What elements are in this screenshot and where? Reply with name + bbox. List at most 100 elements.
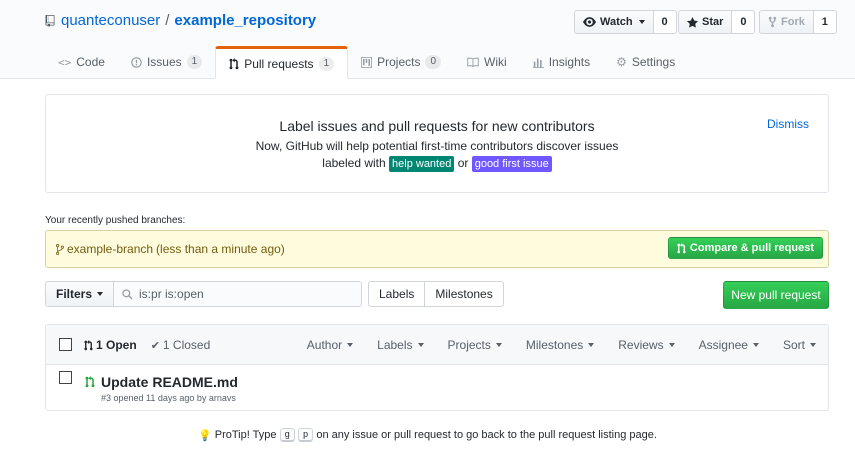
new-pull-request-button[interactable]: New pull request	[723, 281, 829, 309]
fork-label: Fork	[781, 16, 805, 28]
pull-request-icon	[84, 339, 93, 350]
watch-button[interactable]: Watch	[575, 11, 654, 33]
milestones-button[interactable]: Milestones	[424, 282, 502, 306]
repo-separator: /	[165, 12, 170, 29]
onboarding-or: or	[457, 156, 469, 170]
star-label: Star	[702, 16, 724, 28]
milestones-filter[interactable]: Milestones	[525, 338, 595, 352]
graph-icon	[532, 58, 544, 68]
repo-owner-link[interactable]: quanteconuser	[61, 12, 160, 29]
state-filters: 1 Open ✔ 1 Closed	[84, 338, 210, 352]
labels-button[interactable]: Labels	[369, 282, 424, 306]
watch-count[interactable]: 0	[653, 11, 676, 33]
tab-label: Projects	[377, 55, 421, 69]
filters-button[interactable]: Filters	[46, 282, 115, 306]
key-p: p	[297, 428, 314, 442]
code-icon: <>	[58, 55, 72, 69]
milestones-label: Milestones	[525, 338, 584, 352]
watch-group: Watch 0	[574, 10, 677, 34]
labels-label: Labels	[377, 338, 413, 352]
dismiss-link[interactable]: Dismiss	[767, 117, 809, 131]
star-count[interactable]: 0	[732, 11, 755, 33]
tab-pull-requests[interactable]: Pull requests 1	[215, 46, 349, 79]
row-checkbox[interactable]	[59, 371, 72, 384]
onboarding-text: Now, GitHub will help potential first-ti…	[255, 139, 619, 153]
reviews-label: Reviews	[618, 338, 664, 352]
search-icon	[122, 288, 133, 300]
tab-label: Pull requests	[244, 56, 314, 71]
tab-label: Wiki	[484, 55, 507, 69]
pull-request-list: 1 Open ✔ 1 Closed Author Labels Projects…	[45, 324, 829, 411]
fork-group: Fork 1	[759, 10, 837, 34]
repo-icon	[45, 14, 55, 27]
sort-filters: Author Labels Projects Milestones Review…	[307, 338, 816, 352]
tab-wiki[interactable]: Wiki	[454, 46, 520, 78]
chevron-down-icon	[668, 343, 675, 347]
gear-icon: ⚙	[616, 55, 627, 69]
fork-count[interactable]: 1	[813, 11, 836, 33]
search-input[interactable]: is:pr is:open	[114, 282, 361, 306]
pull-request-icon	[677, 242, 686, 253]
chevron-down-icon	[347, 343, 354, 347]
star-button[interactable]: Star	[679, 11, 733, 33]
author-filter[interactable]: Author	[307, 338, 354, 352]
tab-issues[interactable]: Issues 1	[118, 46, 215, 78]
projects-filter[interactable]: Projects	[448, 338, 502, 352]
eye-icon	[583, 17, 596, 27]
branch-info: example-branch (less than a minute ago)	[56, 242, 285, 256]
label-help-wanted[interactable]: help wanted	[389, 156, 455, 172]
tab-projects[interactable]: Projects 0	[348, 46, 454, 78]
pull-request-title-link[interactable]: Update README.md	[101, 374, 238, 390]
check-icon: ✔	[150, 339, 160, 352]
labels-filter[interactable]: Labels	[377, 338, 424, 352]
watch-label: Watch	[600, 16, 633, 28]
book-icon	[467, 57, 479, 67]
compare-pull-request-button[interactable]: Compare & pull request	[667, 237, 823, 259]
labels-milestones-nav: Labels Milestones	[368, 281, 504, 307]
protip-suffix: on any issue or pull request to go back …	[316, 429, 657, 441]
lightbulb-icon: 💡	[198, 429, 212, 442]
chevron-down-icon	[417, 343, 424, 347]
key-g: g	[279, 428, 295, 442]
recent-branch-banner: example-branch (less than a minute ago) …	[45, 230, 829, 268]
closed-filter[interactable]: ✔ 1 Closed	[151, 338, 211, 352]
star-group: Star 0	[678, 10, 756, 34]
chevron-down-icon	[97, 292, 104, 296]
fork-icon	[768, 16, 777, 28]
tab-label: Settings	[631, 55, 676, 69]
list-item: Update README.md #3 opened 11 days ago b…	[46, 365, 828, 410]
sort-filter[interactable]: Sort	[783, 338, 816, 352]
open-filter[interactable]: 1 Open	[84, 338, 137, 352]
filter-bar: Filters is:pr is:open	[45, 281, 362, 307]
repo-title: quanteconuser / example_repository	[45, 12, 316, 29]
label-good-first-issue[interactable]: good first issue	[471, 156, 552, 172]
tab-settings[interactable]: ⚙ Settings	[603, 46, 688, 78]
repo-header: quanteconuser / example_repository Watch…	[0, 0, 855, 79]
chevron-down-icon	[495, 343, 502, 347]
projects-label: Projects	[447, 338, 491, 352]
compare-label: Compare & pull request	[689, 242, 814, 254]
search-query: is:pr is:open	[139, 287, 204, 301]
sort-label: Sort	[782, 338, 805, 352]
onboarding-banner: Label issues and pull requests for new c…	[45, 94, 829, 193]
branch-icon	[56, 243, 64, 255]
open-count: 1 Open	[96, 338, 137, 352]
onboarding-text-labels: labeled with help wanted or good first i…	[46, 156, 828, 172]
tab-label: Insights	[548, 55, 591, 69]
tab-code[interactable]: <> Code	[45, 46, 118, 78]
onboarding-title: Label issues and pull requests for new c…	[279, 118, 595, 134]
repo-nav: <> Code Issues 1 Pull requests 1 Project…	[45, 46, 688, 79]
repo-name-link[interactable]: example_repository	[174, 12, 316, 29]
assignee-filter[interactable]: Assignee	[699, 338, 759, 352]
protip: 💡 ProTip! Type g p on any issue or pull …	[0, 428, 855, 442]
reviews-filter[interactable]: Reviews	[618, 338, 675, 352]
chevron-down-icon	[588, 343, 595, 347]
projects-counter: 0	[425, 55, 442, 69]
tab-label: Code	[76, 55, 105, 69]
fork-button[interactable]: Fork	[760, 11, 814, 33]
project-icon	[361, 56, 373, 68]
open-pull-request-icon	[85, 376, 95, 388]
select-all-checkbox[interactable]	[59, 338, 72, 351]
tab-insights[interactable]: Insights	[520, 46, 603, 78]
branch-name[interactable]: example-branch	[67, 242, 153, 256]
